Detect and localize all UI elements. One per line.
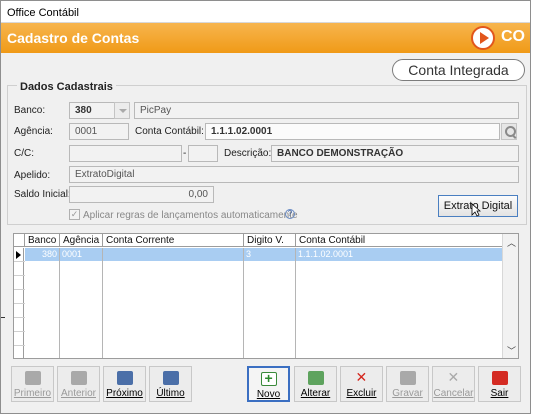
novo-label: Novo bbox=[256, 389, 281, 400]
apelido-field[interactable]: ExtratoDigital bbox=[69, 166, 519, 183]
chevron-down-icon[interactable] bbox=[114, 102, 130, 119]
conta-integrada-badge: Conta Integrada bbox=[392, 59, 525, 81]
window: Office Contábil Cadastro de Contas CO Co… bbox=[0, 0, 531, 414]
conta-corrente-field[interactable] bbox=[69, 145, 182, 162]
cell-conta-contabil: 1.1.1.02.0001 bbox=[298, 249, 354, 259]
form-title: Cadastro de Contas bbox=[7, 30, 140, 46]
scroll-down-icon[interactable]: ﹀ bbox=[507, 344, 516, 357]
contas-grid[interactable]: Banco Agência Conta Corrente Digito V. C… bbox=[13, 233, 519, 359]
excluir-label: Excluir bbox=[346, 388, 377, 399]
window-title: Office Contábil bbox=[7, 7, 79, 19]
regras-checkbox[interactable]: ✓ bbox=[69, 209, 80, 220]
digito-field[interactable] bbox=[188, 145, 218, 162]
proximo-button[interactable]: Próximo bbox=[103, 366, 146, 402]
apelido-label: Apelido: bbox=[14, 170, 51, 181]
save-icon bbox=[399, 371, 416, 385]
cell-banco: 380 bbox=[41, 249, 57, 259]
exit-icon bbox=[491, 371, 508, 385]
gravar-label: Gravar bbox=[392, 388, 423, 399]
cc-label: C/C: bbox=[14, 148, 34, 159]
cc-separator: - bbox=[183, 148, 187, 159]
grid-scrollbar[interactable]: ︿ ﹀ bbox=[502, 234, 518, 358]
ultimo-label: Último bbox=[156, 388, 185, 399]
primeiro-button[interactable]: Primeiro bbox=[11, 366, 54, 402]
proximo-label: Próximo bbox=[106, 388, 143, 399]
next-record-icon bbox=[116, 371, 133, 385]
cancel-icon bbox=[446, 369, 462, 386]
alterar-label: Alterar bbox=[300, 388, 331, 399]
last-record-icon bbox=[162, 371, 179, 385]
cancelar-button[interactable]: Cancelar bbox=[432, 366, 475, 402]
grid-header: Banco Agência Conta Corrente Digito V. C… bbox=[14, 234, 502, 247]
column-conta-contabil[interactable]: Conta Contábil bbox=[295, 234, 500, 247]
gravar-button[interactable]: Gravar bbox=[386, 366, 429, 402]
cell-agencia: 0001 bbox=[62, 249, 83, 259]
primeiro-label: Primeiro bbox=[13, 388, 52, 399]
delete-icon bbox=[354, 369, 370, 386]
regras-label: Aplicar regras de lançamentos automatica… bbox=[83, 210, 298, 221]
sair-button[interactable]: Sair bbox=[478, 366, 521, 402]
navigation-toolbar: Primeiro Anterior Próximo Último Novo Al… bbox=[9, 366, 527, 402]
brand-logo: CO bbox=[501, 28, 525, 45]
anterior-label: Anterior bbox=[60, 388, 96, 399]
ultimo-button[interactable]: Último bbox=[149, 366, 192, 402]
column-conta-corrente[interactable]: Conta Corrente bbox=[102, 234, 243, 247]
anterior-button[interactable]: Anterior bbox=[57, 366, 100, 402]
excluir-button[interactable]: Excluir bbox=[340, 366, 383, 402]
first-record-icon bbox=[24, 371, 41, 385]
scroll-up-icon[interactable]: ︿ bbox=[507, 236, 516, 249]
descricao-label: Descrição: bbox=[224, 148, 272, 159]
descricao-field[interactable]: BANCO DEMONSTRAÇÃO bbox=[271, 145, 519, 162]
title-bar: Office Contábil bbox=[1, 1, 530, 23]
banco-label: Banco: bbox=[14, 105, 46, 116]
section-title: Dados Cadastrais bbox=[17, 81, 116, 93]
column-digito[interactable]: Digito V. bbox=[243, 234, 297, 247]
saldo-label: Saldo Inicial: bbox=[14, 189, 71, 200]
search-icon[interactable] bbox=[501, 123, 517, 140]
novo-button[interactable]: Novo bbox=[247, 366, 290, 402]
agencia-field[interactable]: 0001 bbox=[69, 123, 129, 140]
edit-icon bbox=[307, 371, 324, 385]
cell-digito: 3 bbox=[246, 249, 252, 259]
cancelar-label: Cancelar bbox=[433, 388, 474, 399]
previous-record-icon bbox=[70, 371, 87, 385]
saldo-inicial-field[interactable]: 0,00 bbox=[69, 186, 214, 203]
column-agencia[interactable]: Agência bbox=[59, 234, 102, 247]
conta-contabil-label: Conta Contábil: bbox=[135, 126, 204, 137]
alterar-button[interactable]: Alterar bbox=[294, 366, 337, 402]
help-icon[interactable]: ? bbox=[285, 209, 295, 219]
table-row[interactable] bbox=[25, 248, 502, 261]
agencia-label: Agência: bbox=[14, 126, 53, 137]
plus-icon bbox=[260, 370, 277, 386]
form-header: Cadastro de Contas CO bbox=[1, 23, 530, 53]
banco-name-field[interactable]: PicPay bbox=[134, 102, 519, 119]
banco-code-field[interactable]: 380 bbox=[69, 102, 117, 119]
conta-contabil-field[interactable]: 1.1.1.02.0001 bbox=[205, 123, 500, 140]
sair-label: Sair bbox=[490, 388, 509, 399]
column-banco[interactable]: Banco bbox=[24, 234, 61, 247]
play-icon[interactable] bbox=[471, 26, 495, 50]
mouse-cursor-icon bbox=[471, 203, 481, 217]
current-row-icon bbox=[16, 251, 21, 259]
